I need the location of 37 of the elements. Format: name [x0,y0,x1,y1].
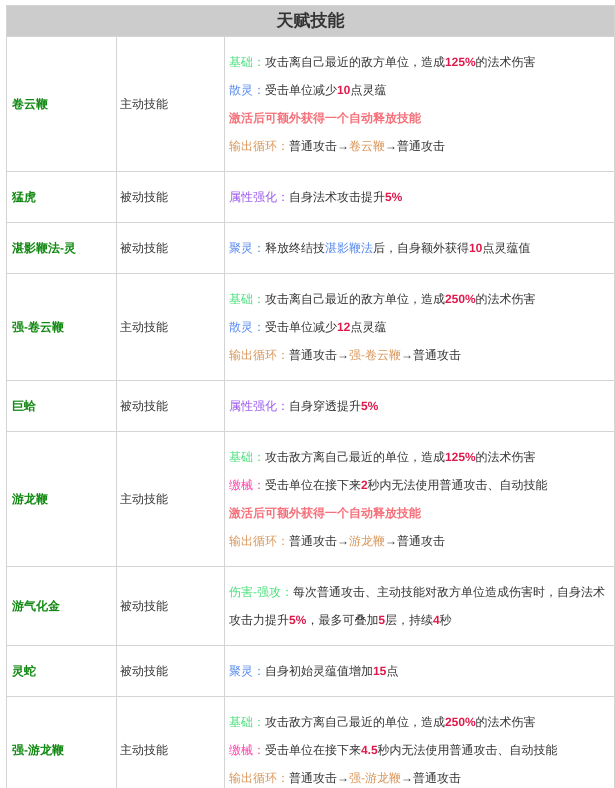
skill-description: 基础：攻击敌方离自己最近的单位，造成250%的法术伤害 [229,714,537,731]
skill-name: 强-卷云鞭 [6,274,116,380]
skill-name: 灵蛇 [6,646,116,696]
skill-description: 激活后可额外获得一个自动释放技能 [229,505,422,522]
skill-description: 输出循环：普通攻击→游龙鞭→普通攻击 [229,533,446,550]
skill-type: 主动技能 [116,274,224,380]
skill-description: 基础：攻击敌方离自己最近的单位，造成125%的法术伤害 [229,449,537,466]
skill-description: 输出循环：普通攻击→强-卷云鞭→普通攻击 [229,347,462,364]
skill-name: 强-游龙鞭 [6,696,116,788]
skill-description: 聚灵：自身初始灵蕴值增加15点 [229,663,400,680]
skill-name: 湛影鞭法-灵 [6,222,116,274]
skill-type: 主动技能 [116,432,224,566]
skill-description: 散灵：受击单位减少10点灵蕴 [229,82,388,99]
skill-name: 游气化金 [6,566,116,646]
skill-name: 卷云鞭 [6,36,116,172]
skill-description: 伤害-强攻：每次普通攻击、主动技能对敌方单位造成伤害时，自身法术攻击力提升5%，最多可叠加5层，持续4秒 [229,584,606,629]
skill-description: 缴械：受击单位在接下来4.5秒内无法使用普通攻击、自动技能 [229,742,559,759]
skill-type: 被动技能 [116,222,224,274]
skill-name: 猛虎 [6,172,116,222]
skill-description: 缴械：受击单位在接下来2秒内无法使用普通攻击、自动技能 [229,477,549,494]
skill-type: 被动技能 [116,646,224,696]
skill-description: 属性强化：自身穿透提升5% [229,398,380,415]
skill-description: 输出循环：普通攻击→卷云鞭→普通攻击 [229,138,446,155]
table-title: 天赋技能 [6,6,614,36]
skill-description: 聚灵：释放终结技湛影鞭法后，自身额外获得10点灵蕴值 [229,240,532,257]
skill-description: 激活后可额外获得一个自动释放技能 [229,110,422,127]
skill-type: 主动技能 [116,36,224,172]
skill-name: 巨蛤 [6,380,116,432]
skill-description: 散灵：受击单位减少12点灵蕴 [229,319,388,336]
skill-description: 基础：攻击离自己最近的敌方单位，造成125%的法术伤害 [229,54,537,71]
skill-type: 被动技能 [116,380,224,432]
skill-name: 游龙鞭 [6,432,116,566]
skill-type: 被动技能 [116,566,224,646]
skill-description: 输出循环：普通攻击→强-游龙鞭→普通攻击 [229,770,462,787]
skill-type: 被动技能 [116,172,224,222]
skill-description: 基础：攻击离自己最近的敌方单位，造成250%的法术伤害 [229,291,537,308]
skill-description: 属性强化：自身法术攻击提升5% [229,189,404,206]
